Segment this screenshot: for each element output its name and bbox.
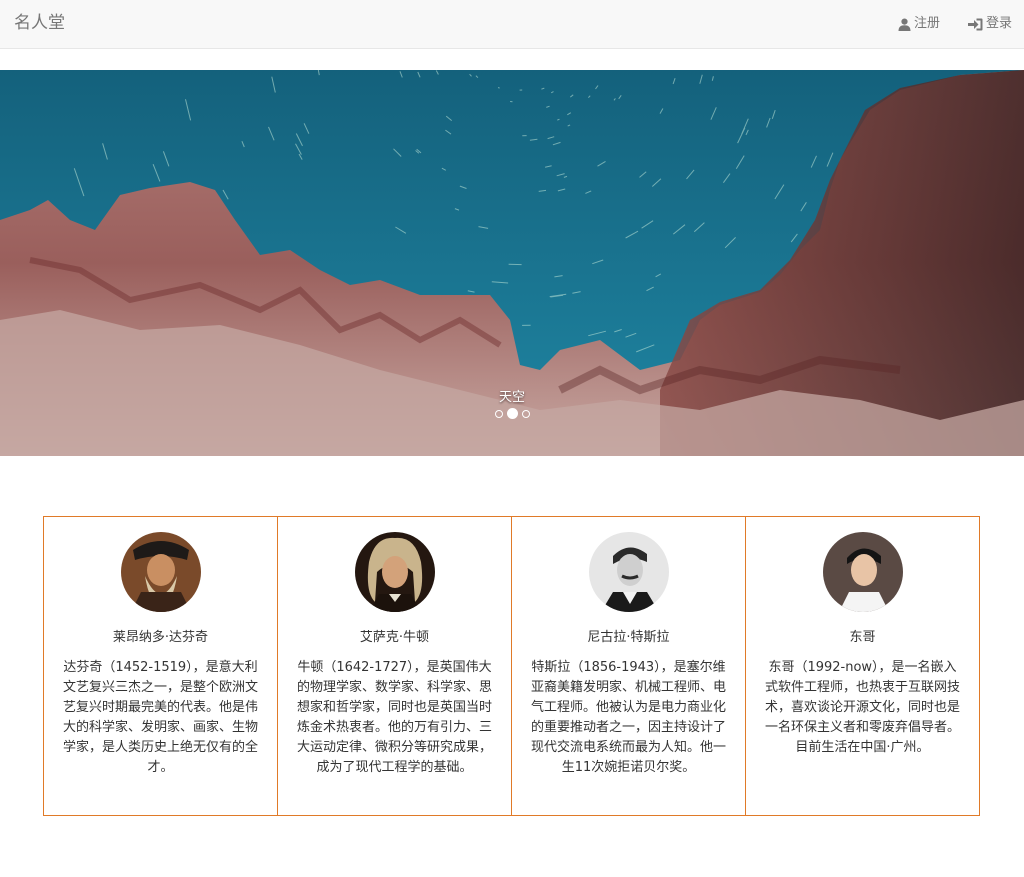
login-icon [967,18,983,31]
person-card: 东哥 东哥（1992-now），是一名嵌入式软件工程师，也热衷于互联网技术，喜欢… [745,516,980,816]
register-label: 注册 [913,16,940,31]
person-card: 艾萨克·牛顿 牛顿（1642-1727），是英国伟大的物理学家、数学家、科学家、… [277,516,512,816]
login-link[interactable]: 登录 [967,14,1012,34]
brand-link[interactable]: 名人堂 [14,12,65,34]
nav-actions: 注册 登录 [898,14,1012,34]
person-name: 艾萨克·牛顿 [359,630,430,645]
carousel-indicator[interactable] [494,409,503,418]
carousel-caption: 天空 [498,390,525,405]
person-description: 东哥（1992-now），是一名嵌入式软件工程师，也热衷于互联网技术，喜欢谈论开… [764,660,960,755]
avatar-tesla [588,532,669,612]
person-description: 特斯拉（1856-1943），是塞尔维亚裔美籍发明家、机械工程师、电气工程师。他… [530,660,726,775]
person-description: 牛顿（1642-1727），是英国伟大的物理学家、数学家、科学家、思想家和哲学家… [296,660,492,775]
person-name: 东哥 [849,630,876,645]
avatar-davinci [120,532,201,612]
carousel-indicators [0,408,1024,419]
register-link[interactable]: 注册 [898,14,940,34]
person-name: 尼古拉·特斯拉 [587,630,670,645]
top-navbar: 名人堂 注册 登录 [0,0,1024,49]
avatar-newton [354,532,435,612]
hero-carousel[interactable]: 天空 [0,70,1024,456]
people-cards: 莱昂纳多·达芬奇 达芬奇（1452-1519），是意大利文艺复兴三杰之一，是整个… [43,516,983,816]
avatar-dongge [822,532,903,612]
person-description: 达芬奇（1452-1519），是意大利文艺复兴三杰之一，是整个欧洲文艺复兴时期最… [62,660,258,775]
person-card: 莱昂纳多·达芬奇 达芬奇（1452-1519），是意大利文艺复兴三杰之一，是整个… [43,516,278,816]
person-card: 尼古拉·特斯拉 特斯拉（1856-1943），是塞尔维亚裔美籍发明家、机械工程师… [511,516,746,816]
person-name: 莱昂纳多·达芬奇 [112,630,209,645]
login-label: 登录 [985,16,1012,31]
user-icon [898,18,911,31]
carousel-indicator[interactable] [521,409,530,418]
carousel-indicator-active[interactable] [506,408,518,419]
